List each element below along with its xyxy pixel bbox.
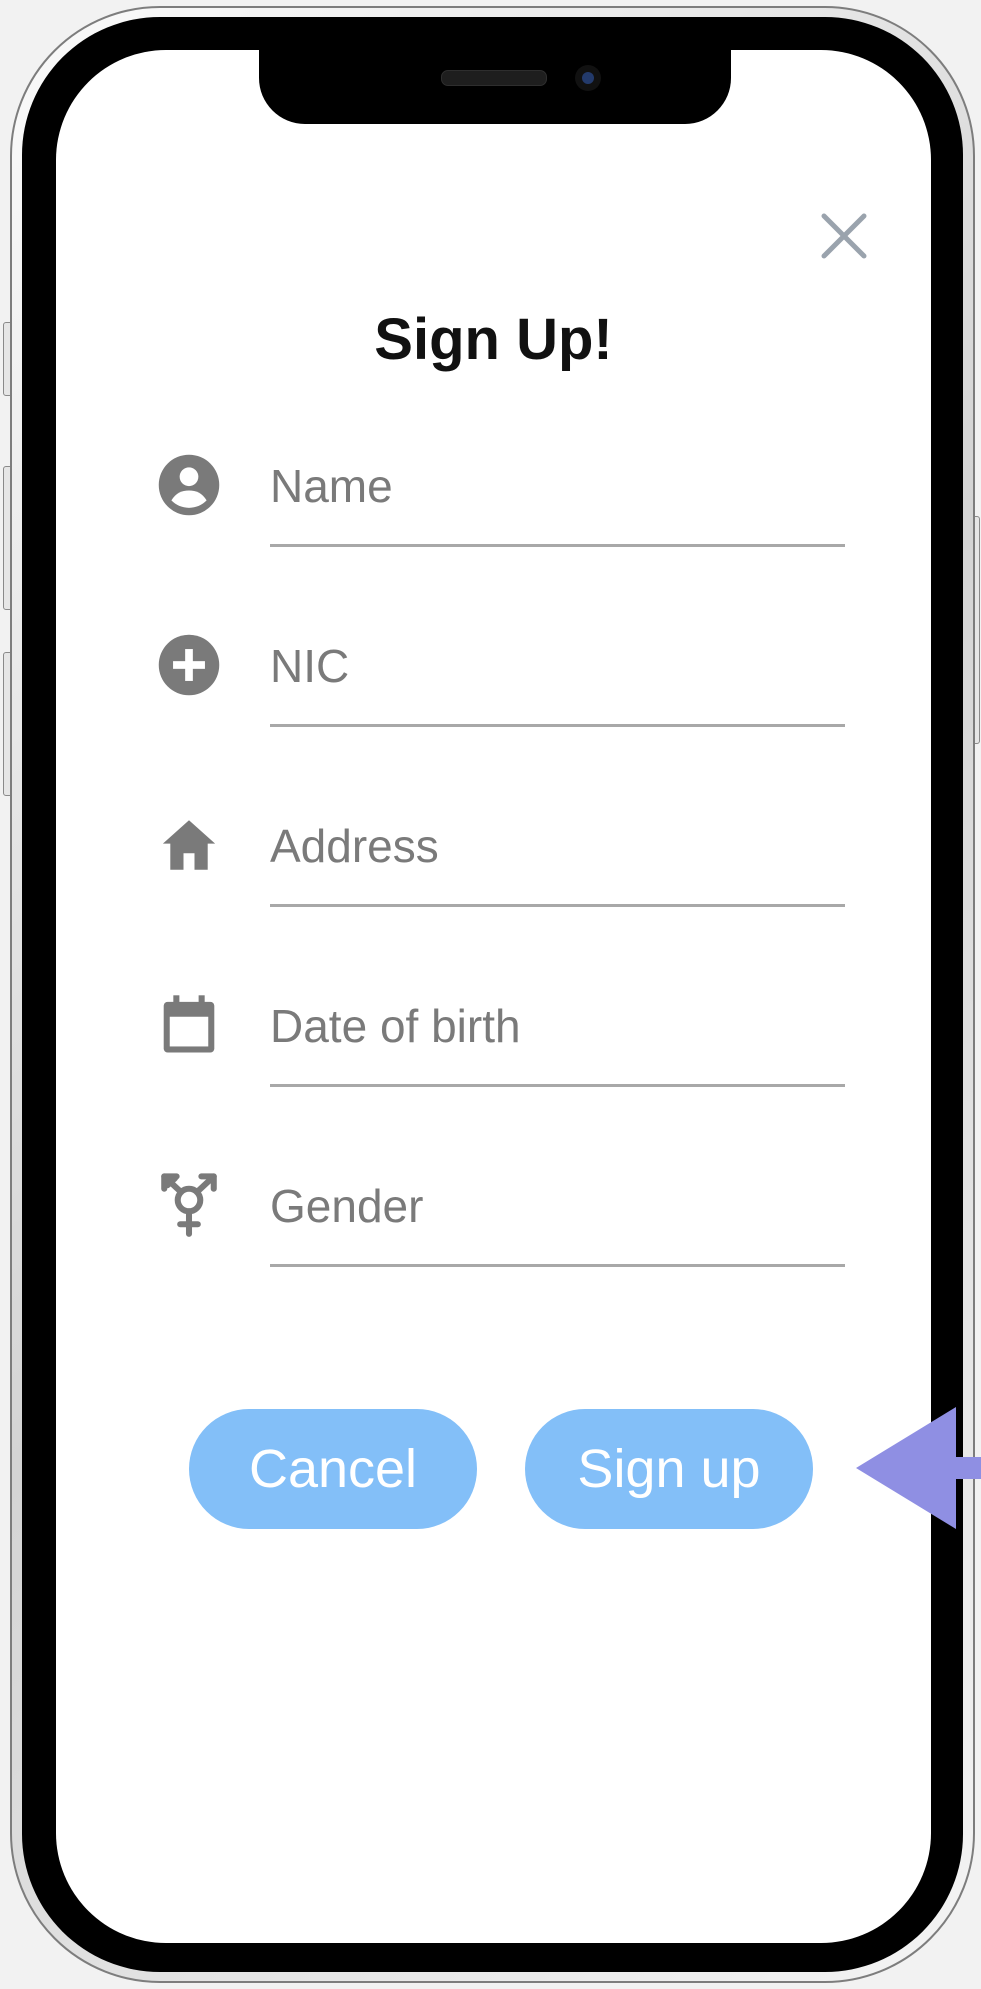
device-mockup: Sign Up! Name NIC Address Date of birth …: [0, 0, 981, 1989]
gender-underline: [270, 1264, 845, 1267]
modal-title: Sign Up!: [374, 307, 613, 372]
account-circle-icon: [158, 454, 220, 516]
date-of-birth-field-row: [150, 992, 850, 1112]
pointer-arrow-icon: [856, 1407, 981, 1529]
nic-field-row: [150, 632, 850, 752]
transgender-icon: [161, 1173, 217, 1237]
address-underline: [270, 904, 845, 907]
date-of-birth-input[interactable]: [270, 994, 844, 1058]
front-camera: [575, 65, 601, 91]
nic-input[interactable]: [270, 634, 844, 698]
earpiece-speaker: [441, 70, 547, 86]
gender-input[interactable]: [270, 1174, 844, 1238]
name-field-row: [150, 452, 850, 572]
date-of-birth-underline: [270, 1084, 845, 1087]
home-icon: [162, 820, 216, 870]
address-field-row: [150, 812, 850, 932]
cancel-button[interactable]: Cancel: [189, 1409, 477, 1529]
sign-up-button[interactable]: Sign up: [525, 1409, 813, 1529]
address-input[interactable]: [270, 814, 844, 878]
add-circle-icon: [158, 634, 220, 696]
name-underline: [270, 544, 845, 547]
close-button[interactable]: [816, 208, 872, 264]
name-input[interactable]: [270, 454, 844, 518]
close-icon: [821, 213, 867, 259]
calendar-icon: [163, 995, 215, 1053]
gender-field-row: [150, 1172, 850, 1292]
nic-underline: [270, 724, 845, 727]
